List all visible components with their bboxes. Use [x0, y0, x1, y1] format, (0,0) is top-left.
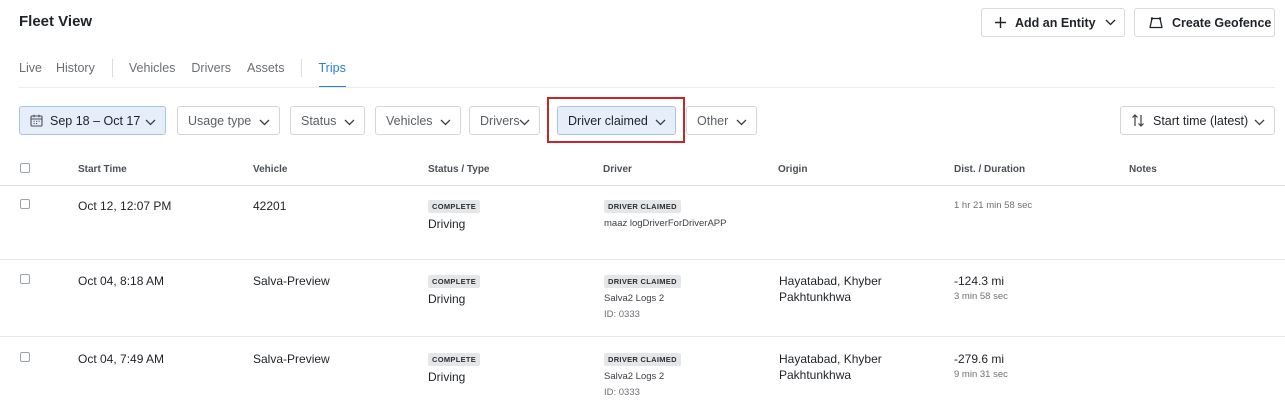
origin-cell: Hayatabad, Khyber — [779, 274, 882, 288]
chevron-down-icon — [440, 115, 451, 129]
page-title: Fleet View — [19, 13, 93, 30]
select-all-checkbox[interactable] — [20, 163, 30, 173]
origin-cell-line2: Pakhtunkhwa — [779, 368, 852, 382]
tabs-divider — [19, 87, 1275, 88]
add-entity-label: Add an Entity — [1015, 15, 1096, 30]
duration-cell: 9 min 31 sec — [954, 369, 1008, 380]
trip-type: Driving — [428, 292, 466, 306]
drivers-filter-label: Drivers — [480, 113, 520, 128]
tab-drivers[interactable]: Drivers — [191, 54, 231, 88]
distance-cell: -124.3 mi — [954, 274, 1005, 288]
chevron-down-icon — [145, 115, 156, 129]
trip-type: Driving — [428, 370, 466, 384]
column-header-start-time[interactable]: Start Time — [78, 164, 127, 175]
tab-vehicles[interactable]: Vehicles — [129, 54, 176, 88]
tab-trips[interactable]: Trips — [318, 54, 347, 88]
driver-name[interactable]: Salva2 Logs 2 — [604, 293, 664, 305]
chevron-down-icon — [1254, 115, 1265, 129]
row-divider — [0, 259, 1285, 260]
vehicle-cell[interactable]: Salva-Preview — [253, 351, 330, 367]
distance-cell: -279.6 mi — [954, 352, 1005, 366]
status-filter[interactable]: Status — [290, 106, 365, 135]
driver-claimed-badge: DRIVER CLAIMED — [604, 353, 681, 366]
status-badge: COMPLETE — [428, 200, 481, 213]
add-entity-button[interactable]: Add an Entity — [981, 8, 1125, 37]
view-tabs: Live History Vehicles Drivers Assets Tri… — [19, 54, 347, 88]
date-range-filter[interactable]: Sep 18 – Oct 17 — [19, 106, 166, 135]
status-badge: COMPLETE — [428, 275, 481, 288]
row-checkbox[interactable] — [20, 199, 30, 209]
driver-name[interactable]: Salva2 Logs 2 — [604, 371, 664, 383]
chevron-down-icon — [655, 115, 666, 129]
driver-claimed-badge: DRIVER CLAIMED — [604, 275, 681, 288]
vehicle-cell[interactable]: Salva-Preview — [253, 273, 330, 289]
geofence-icon — [1149, 16, 1163, 29]
chevron-down-icon — [344, 115, 355, 129]
tab-assets[interactable]: Assets — [247, 54, 285, 88]
create-geofence-button[interactable]: Create Geofence — [1134, 8, 1275, 37]
column-header-origin[interactable]: Origin — [778, 164, 807, 175]
column-header-driver[interactable]: Driver — [603, 164, 632, 175]
row-checkbox[interactable] — [20, 274, 30, 284]
chevron-down-icon — [519, 115, 530, 129]
column-header-vehicle[interactable]: Vehicle — [253, 164, 287, 175]
chevron-down-icon — [259, 115, 270, 129]
chevron-down-icon — [1105, 19, 1116, 26]
tab-history[interactable]: History — [56, 54, 95, 88]
vehicle-cell[interactable]: 42201 — [253, 198, 286, 214]
driver-claimed-filter-label: Driver claimed — [568, 113, 648, 128]
sort-label: Start time (latest) — [1153, 113, 1249, 128]
status-badge: COMPLETE — [428, 353, 481, 366]
table-header-divider — [0, 185, 1285, 186]
sort-icon — [1131, 114, 1145, 127]
tab-separator — [111, 59, 113, 77]
plus-icon — [994, 16, 1007, 29]
vehicles-filter[interactable]: Vehicles — [375, 106, 461, 135]
column-header-dist-duration[interactable]: Dist. / Duration — [954, 164, 1025, 175]
trip-type: Driving — [428, 217, 466, 231]
driver-claimed-filter[interactable]: Driver claimed — [557, 106, 676, 135]
other-filter-label: Other — [697, 113, 729, 128]
driver-id: ID: 0333 — [604, 309, 640, 320]
usage-type-label: Usage type — [188, 113, 252, 128]
column-header-status-type[interactable]: Status / Type — [428, 164, 490, 175]
start-time-cell: Oct 12, 12:07 PM — [78, 199, 172, 213]
calendar-icon — [30, 114, 43, 127]
driver-name[interactable]: maaz logDriverForDriverAPP — [604, 218, 726, 230]
duration-cell: 3 min 58 sec — [954, 291, 1008, 302]
sort-dropdown[interactable]: Start time (latest) — [1120, 106, 1275, 135]
driver-claimed-badge: DRIVER CLAIMED — [604, 200, 681, 213]
status-filter-label: Status — [301, 113, 337, 128]
start-time-cell: Oct 04, 7:49 AM — [78, 352, 165, 366]
vehicles-filter-label: Vehicles — [386, 113, 433, 128]
usage-type-filter[interactable]: Usage type — [177, 106, 280, 135]
driver-id: ID: 0333 — [604, 387, 640, 398]
row-checkbox[interactable] — [20, 352, 30, 362]
column-header-notes[interactable]: Notes — [1129, 164, 1157, 175]
origin-cell-line2: Pakhtunkhwa — [779, 290, 852, 304]
start-time-cell: Oct 04, 8:18 AM — [78, 274, 165, 288]
date-range-label: Sep 18 – Oct 17 — [50, 113, 141, 128]
tab-separator — [300, 59, 302, 77]
chevron-down-icon — [736, 115, 747, 129]
duration-cell: 1 hr 21 min 58 sec — [954, 200, 1033, 211]
drivers-filter[interactable]: Drivers — [469, 106, 540, 135]
row-divider — [0, 336, 1285, 337]
origin-cell: Hayatabad, Khyber — [779, 352, 882, 366]
other-filter[interactable]: Other — [686, 106, 757, 135]
tab-live[interactable]: Live — [19, 54, 42, 88]
create-geofence-label: Create Geofence — [1172, 15, 1272, 30]
